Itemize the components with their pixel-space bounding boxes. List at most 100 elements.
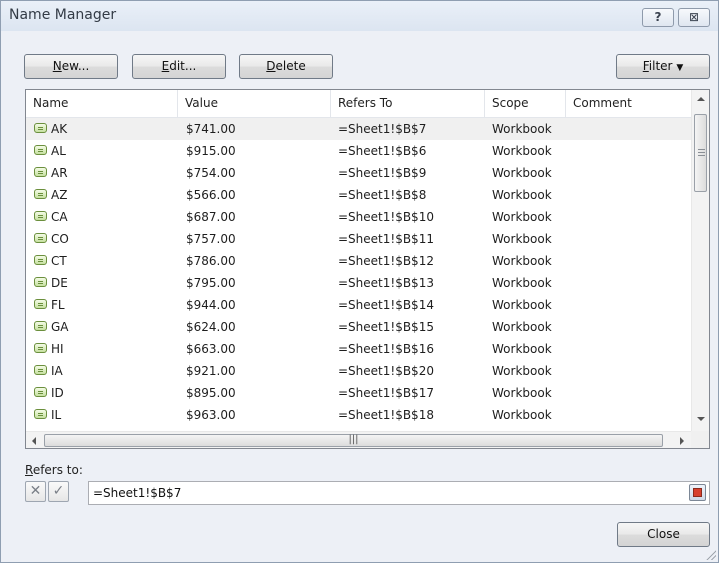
table-row[interactable]: GA $624.00 =Sheet1!$B$15 Workbook <box>26 316 691 338</box>
scope-cell: Workbook <box>492 364 552 378</box>
refers-to-accel: R <box>25 463 33 477</box>
refers-to-label: Refers to: <box>25 463 83 477</box>
table-row[interactable]: AR $754.00 =Sheet1!$B$9 Workbook <box>26 162 691 184</box>
table-row[interactable]: AZ $566.00 =Sheet1!$B$8 Workbook <box>26 184 691 206</box>
close-icon: ⊠ <box>688 10 700 24</box>
vertical-scroll-thumb[interactable] <box>694 114 707 192</box>
name-range-icon <box>34 321 47 331</box>
scrollbar-corner <box>691 431 709 448</box>
new-button[interactable]: New... <box>24 54 118 79</box>
scroll-right-icon[interactable] <box>680 437 684 445</box>
scope-cell: Workbook <box>492 210 552 224</box>
column-header-scope[interactable]: Scope <box>485 90 566 117</box>
value-cell: $895.00 <box>186 386 236 400</box>
checkmark-icon: ✓ <box>52 483 65 499</box>
scope-cell: Workbook <box>492 188 552 202</box>
new-accel: N <box>52 59 62 73</box>
edit-label: dit... <box>169 59 197 73</box>
column-header-name[interactable]: Name <box>26 90 178 117</box>
scope-cell: Workbook <box>492 166 552 180</box>
name-cell: FL <box>51 298 65 312</box>
table-row[interactable]: AL $915.00 =Sheet1!$B$6 Workbook <box>26 140 691 162</box>
name-range-icon <box>34 145 47 155</box>
table-row[interactable]: IA $921.00 =Sheet1!$B$20 Workbook <box>26 360 691 382</box>
scope-cell: Workbook <box>492 232 552 246</box>
scope-cell: Workbook <box>492 342 552 356</box>
resize-grip-icon[interactable] <box>704 548 716 560</box>
help-icon: ? <box>654 10 662 24</box>
name-cell: GA <box>51 320 69 334</box>
table-row[interactable]: HI $663.00 =Sheet1!$B$16 Workbook <box>26 338 691 360</box>
vertical-scrollbar[interactable] <box>691 90 709 431</box>
scope-cell: Workbook <box>492 298 552 312</box>
scope-cell: Workbook <box>492 408 552 422</box>
table-row[interactable]: FL $944.00 =Sheet1!$B$14 Workbook <box>26 294 691 316</box>
confirm-edit-button[interactable]: ✓ <box>48 481 69 502</box>
value-cell: $921.00 <box>186 364 236 378</box>
value-cell: $741.00 <box>186 122 236 136</box>
name-cell: IA <box>51 364 63 378</box>
help-button[interactable]: ? <box>642 8 674 27</box>
cancel-x-icon: ✕ <box>29 483 42 499</box>
scroll-left-icon[interactable] <box>32 437 36 445</box>
refers-to-input[interactable]: =Sheet1!$B$7 <box>88 481 710 505</box>
horizontal-scrollbar[interactable]: ||| <box>26 431 691 448</box>
column-header-value[interactable]: Value <box>178 90 331 117</box>
window-title: Name Manager <box>9 7 117 23</box>
refers-to-cell: =Sheet1!$B$16 <box>338 342 434 356</box>
column-header-refers-to[interactable]: Refers To <box>331 90 485 117</box>
value-cell: $915.00 <box>186 144 236 158</box>
value-cell: $566.00 <box>186 188 236 202</box>
table-row[interactable]: AK $741.00 =Sheet1!$B$7 Workbook <box>26 118 691 140</box>
refers-to-cell: =Sheet1!$B$12 <box>338 254 434 268</box>
close-window-button[interactable]: ⊠ <box>678 8 710 27</box>
refers-to-label-text: efers to: <box>32 463 83 477</box>
name-range-icon <box>34 233 47 243</box>
name-range-icon <box>34 189 47 199</box>
filter-button[interactable]: Filter ▼ <box>616 54 710 79</box>
value-cell: $754.00 <box>186 166 236 180</box>
cancel-edit-button[interactable]: ✕ <box>25 481 46 502</box>
name-range-icon <box>34 255 47 265</box>
scroll-up-icon[interactable] <box>697 97 705 101</box>
scroll-down-icon[interactable] <box>697 417 705 421</box>
refers-to-cell: =Sheet1!$B$6 <box>338 144 427 158</box>
delete-button[interactable]: Delete <box>239 54 333 79</box>
grip-icon: ||| <box>348 434 359 445</box>
name-range-icon <box>34 167 47 177</box>
name-range-icon <box>34 409 47 419</box>
name-cell: AZ <box>51 188 68 202</box>
name-range-icon <box>34 299 47 309</box>
name-cell: IL <box>51 408 62 422</box>
name-range-icon <box>34 123 47 133</box>
names-list[interactable]: Name Value Refers To Scope Comment AK $74… <box>25 89 710 449</box>
value-cell: $944.00 <box>186 298 236 312</box>
value-cell: $786.00 <box>186 254 236 268</box>
collapse-dialog-icon[interactable] <box>689 484 706 501</box>
table-row[interactable]: CT $786.00 =Sheet1!$B$12 Workbook <box>26 250 691 272</box>
table-row[interactable]: ID $895.00 =Sheet1!$B$17 Workbook <box>26 382 691 404</box>
list-header: Name Value Refers To Scope Comment <box>26 90 691 118</box>
table-row[interactable]: CO $757.00 =Sheet1!$B$11 Workbook <box>26 228 691 250</box>
column-header-comment[interactable]: Comment <box>566 90 691 117</box>
table-row[interactable]: CA $687.00 =Sheet1!$B$10 Workbook <box>26 206 691 228</box>
table-row[interactable]: DE $795.00 =Sheet1!$B$13 Workbook <box>26 272 691 294</box>
edit-button[interactable]: Edit... <box>132 54 226 79</box>
name-cell: AK <box>51 122 68 136</box>
name-cell: AL <box>51 144 66 158</box>
name-range-icon <box>34 211 47 221</box>
name-range-icon <box>34 343 47 353</box>
horizontal-scroll-thumb[interactable]: ||| <box>44 434 663 447</box>
scope-cell: Workbook <box>492 276 552 290</box>
value-cell: $963.00 <box>186 408 236 422</box>
refers-to-cell: =Sheet1!$B$20 <box>338 364 434 378</box>
scope-cell: Workbook <box>492 320 552 334</box>
refers-to-value: =Sheet1!$B$7 <box>93 486 182 500</box>
name-range-icon <box>34 277 47 287</box>
table-row[interactable]: IL $963.00 =Sheet1!$B$18 Workbook <box>26 404 691 426</box>
scope-cell: Workbook <box>492 386 552 400</box>
dropdown-arrow-icon: ▼ <box>676 63 684 73</box>
refers-to-cell: =Sheet1!$B$13 <box>338 276 434 290</box>
refers-to-cell: =Sheet1!$B$18 <box>338 408 434 422</box>
close-button[interactable]: Close <box>617 522 710 547</box>
